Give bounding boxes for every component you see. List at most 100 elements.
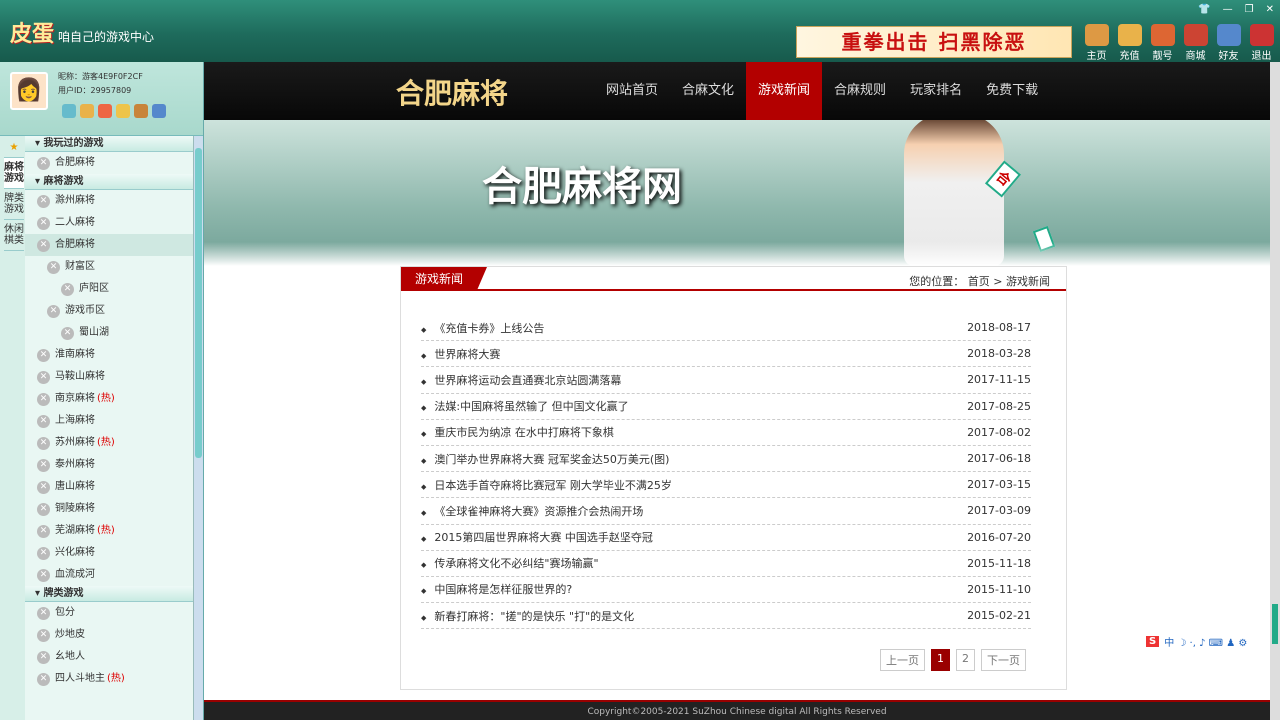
- tree-item[interactable]: ✕ 上海麻将: [25, 410, 193, 432]
- tree-item[interactable]: ✕ 兴化麻将: [25, 542, 193, 564]
- tree-item-label: 铜陵麻将: [55, 503, 95, 514]
- tree-item[interactable]: ✕ 铜陵麻将: [25, 498, 193, 520]
- tree-group-header[interactable]: ▾ 牌类游戏: [25, 586, 193, 602]
- tree-item[interactable]: ✕ 炒地皮: [25, 624, 193, 646]
- news-title[interactable]: 日本选手首夺麻将比赛冠军 刚大学毕业不满25岁: [421, 477, 672, 493]
- footer: Copyright©2005-2021 SuZhou Chinese digit…: [204, 700, 1270, 720]
- breadcrumb[interactable]: 您的位置： 首页 > 游戏新闻: [909, 273, 1050, 289]
- tree-group-header[interactable]: ▾ 麻将游戏: [25, 174, 193, 190]
- tree-item[interactable]: ✕ 泰州麻将: [25, 454, 193, 476]
- medal-icon[interactable]: [80, 104, 94, 118]
- avatar[interactable]: 👩: [10, 72, 48, 110]
- bag-icon[interactable]: [134, 104, 148, 118]
- tree-item[interactable]: ✕ 财富区: [25, 256, 193, 278]
- news-row[interactable]: 中国麻将是怎样征服世界的? 2015-11-10: [421, 577, 1031, 604]
- topnav-badge[interactable]: 靓号: [1146, 24, 1179, 62]
- game-icon: ✕: [37, 628, 50, 642]
- news-row[interactable]: 法媒:中国麻将虽然输了 但中国文化赢了 2017-08-25: [421, 394, 1031, 420]
- menu-item[interactable]: 免费下载: [974, 62, 1050, 120]
- people-icon[interactable]: [152, 104, 166, 118]
- tree-group-header[interactable]: ▾ 我玩过的游戏: [25, 136, 193, 152]
- topnav-power[interactable]: 退出: [1245, 24, 1278, 62]
- home-icon: [1084, 24, 1109, 46]
- menu-item[interactable]: 游戏新闻: [746, 62, 823, 120]
- tab-mahjong[interactable]: 麻将游戏: [4, 158, 24, 189]
- tab-chess[interactable]: 休闲棋类: [4, 220, 24, 251]
- tree-item[interactable]: ✕ 游戏币区: [25, 300, 193, 322]
- tree-item[interactable]: ✕ 四人斗地主 (热): [25, 668, 193, 690]
- tree-item[interactable]: ✕ 苏州麻将 (热): [25, 432, 193, 454]
- news-title[interactable]: 世界麻将大赛: [421, 346, 500, 362]
- skin-icon[interactable]: 👕: [1198, 4, 1210, 15]
- game-icon: ✕: [37, 458, 50, 472]
- page-1-button[interactable]: 1: [931, 649, 950, 671]
- menu-item[interactable]: 玩家排名: [898, 62, 974, 120]
- tree-item-label: 包分: [55, 607, 75, 618]
- news-row[interactable]: 传承麻将文化不必纠结"赛场输赢" 2015-11-18: [421, 551, 1031, 577]
- ad-banner[interactable]: 重拳出击 扫黑除恶: [796, 26, 1072, 58]
- news-title[interactable]: 中国麻将是怎样征服世界的?: [421, 581, 572, 597]
- tree-item-label: 游戏币区: [65, 305, 105, 316]
- close-icon[interactable]: ✕: [1266, 4, 1274, 15]
- news-row[interactable]: 日本选手首夺麻将比赛冠军 刚大学毕业不满25岁 2017-03-15: [421, 472, 1031, 499]
- tree-item[interactable]: ✕ 唐山麻将: [25, 476, 193, 498]
- tree-item[interactable]: ✕ 滁州麻将: [25, 190, 193, 212]
- main-scrollbar[interactable]: [1270, 62, 1280, 720]
- tree-item[interactable]: ✕ 二人麻将: [25, 212, 193, 234]
- next-page-button[interactable]: 下一页: [981, 649, 1026, 671]
- tree-item[interactable]: ✕ 蜀山湖: [25, 322, 193, 344]
- news-row[interactable]: 澳门举办世界麻将大赛 冠军奖金达50万美元(图) 2017-06-18: [421, 446, 1031, 473]
- folder-icon[interactable]: [116, 104, 130, 118]
- tree-item[interactable]: ✕ 合肥麻将: [25, 152, 193, 174]
- news-title[interactable]: 重庆市民为纳凉 在水中打麻将下象棋: [421, 424, 614, 440]
- hero-title: 合肥麻将网: [482, 163, 682, 210]
- tree-item[interactable]: ✕ 淮南麻将: [25, 344, 193, 366]
- news-tab[interactable]: 游戏新闻: [401, 267, 487, 291]
- gift-icon[interactable]: [98, 104, 112, 118]
- game-icon: ✕: [47, 260, 60, 274]
- page-2-button[interactable]: 2: [956, 649, 975, 671]
- site-logo[interactable]: 合肥麻将: [396, 72, 508, 112]
- news-row[interactable]: 世界麻将大赛 2018-03-28: [421, 341, 1031, 368]
- tree-item[interactable]: ✕ 合肥麻将: [25, 234, 193, 256]
- news-title[interactable]: 《全球雀神麻将大赛》资源推介会热闹开场: [421, 503, 643, 519]
- tree-item[interactable]: ✕ 庐阳区: [25, 278, 193, 300]
- news-title[interactable]: 传承麻将文化不必纠结"赛场输赢": [421, 555, 598, 571]
- news-row[interactable]: 重庆市民为纳凉 在水中打麻将下象棋 2017-08-02: [421, 420, 1031, 446]
- minimize-icon[interactable]: —: [1223, 4, 1233, 15]
- menu-item[interactable]: 合麻规则: [822, 62, 898, 120]
- news-title[interactable]: 新春打麻将："搓"的是快乐 "打"的是文化: [421, 608, 634, 624]
- tree-item[interactable]: ✕ 包分: [25, 602, 193, 624]
- tree-item[interactable]: ✕ 血流成河: [25, 564, 193, 586]
- news-title[interactable]: 法媒:中国麻将虽然输了 但中国文化赢了: [421, 398, 628, 414]
- topnav-home[interactable]: 主页: [1080, 24, 1113, 62]
- tree-item[interactable]: ✕ 芜湖麻将 (热): [25, 520, 193, 542]
- topnav-coins[interactable]: 充值: [1113, 24, 1146, 62]
- news-row[interactable]: 《充值卡券》上线公告 2018-08-17: [421, 315, 1031, 342]
- news-row[interactable]: 新春打麻将："搓"的是快乐 "打"的是文化 2015-02-21: [421, 603, 1031, 630]
- hot-badge: (热): [97, 393, 115, 404]
- news-title[interactable]: 《充值卡券》上线公告: [421, 320, 544, 336]
- prev-page-button[interactable]: 上一页: [880, 649, 925, 671]
- news-title[interactable]: 世界麻将运动会直通赛北京站圆满落幕: [421, 372, 621, 388]
- menu-item[interactable]: 合麻文化: [670, 62, 746, 120]
- calendar-icon[interactable]: [62, 104, 76, 118]
- favorite-icon[interactable]: ★: [4, 138, 24, 158]
- tree-item[interactable]: ✕ 幺地人: [25, 646, 193, 668]
- game-icon: ✕: [37, 348, 50, 362]
- news-row[interactable]: 《全球雀神麻将大赛》资源推介会热闹开场 2017-03-09: [421, 498, 1031, 525]
- menu-item[interactable]: 网站首页: [594, 62, 670, 120]
- tree-item[interactable]: ✕ 马鞍山麻将: [25, 366, 193, 388]
- tree-scrollbar[interactable]: [193, 136, 203, 720]
- news-title[interactable]: 2015第四届世界麻将大赛 中国选手赵坚夺冠: [421, 529, 653, 545]
- news-list: 《充值卡券》上线公告2018-08-17世界麻将大赛2018-03-28世界麻将…: [421, 315, 1031, 630]
- tab-cards[interactable]: 牌类游戏: [4, 189, 24, 220]
- restore-icon[interactable]: ❐: [1245, 4, 1254, 15]
- news-row[interactable]: 2015第四届世界麻将大赛 中国选手赵坚夺冠 2016-07-20: [421, 525, 1031, 551]
- tree-item[interactable]: ✕ 南京麻将 (热): [25, 388, 193, 410]
- news-title[interactable]: 澳门举办世界麻将大赛 冠军奖金达50万美元(图): [421, 451, 669, 467]
- topnav-shop[interactable]: 商城: [1179, 24, 1212, 62]
- news-row[interactable]: 世界麻将运动会直通赛北京站圆满落幕 2017-11-15: [421, 367, 1031, 394]
- ime-toolbar[interactable]: S 中 ☽ ·, ♪ ⌨ ♟ ⚙: [1146, 632, 1247, 650]
- topnav-friends[interactable]: 好友: [1212, 24, 1245, 62]
